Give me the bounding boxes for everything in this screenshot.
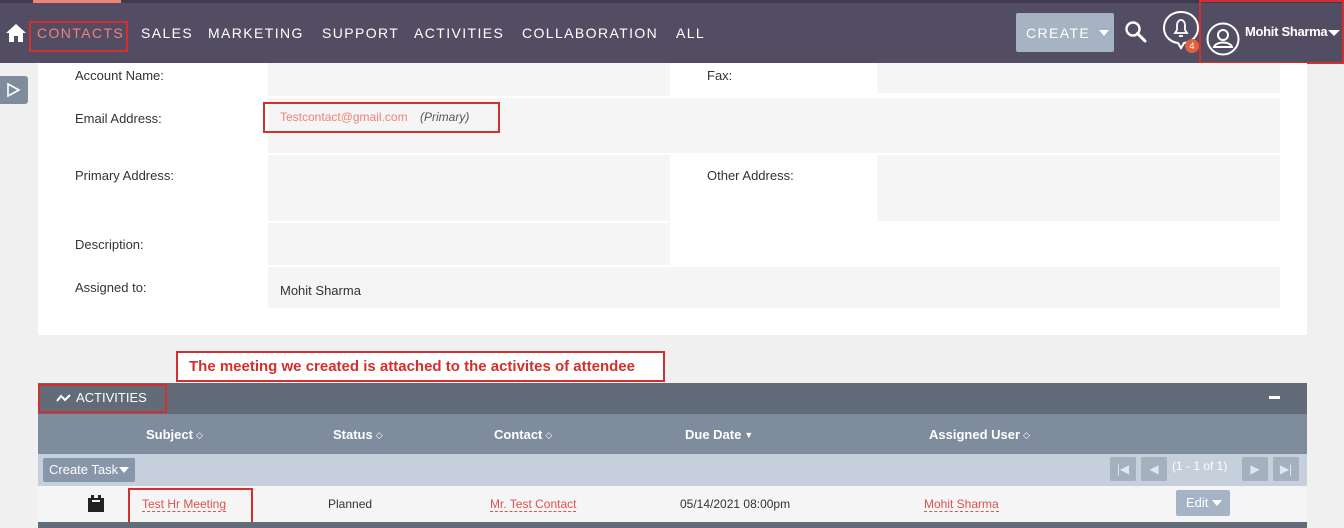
assigned-to-box — [268, 267, 1280, 308]
column-label: Due Date — [685, 427, 742, 442]
sort-icon[interactable]: ◇ — [545, 430, 552, 441]
assigned-to-label: Assigned to: — [75, 280, 147, 295]
account-name-value — [268, 63, 670, 96]
assigned-to-value: Mohit Sharma — [280, 283, 361, 298]
panel-footer — [38, 522, 1307, 528]
activities-column-header-row — [38, 414, 1307, 454]
other-address-label: Other Address: — [707, 168, 794, 183]
column-label: Subject — [146, 427, 193, 442]
chevron-down-icon — [1212, 500, 1223, 506]
cell-contact[interactable]: Mr. Test Contact — [490, 497, 577, 512]
active-tab-indicator — [33, 0, 121, 3]
nav-collaboration[interactable]: COLLABORATION — [522, 25, 658, 41]
highlight-meeting-subject — [128, 488, 253, 525]
highlight-user-menu — [1199, 0, 1344, 64]
create-task-label: Create Task — [49, 462, 119, 477]
contact-link[interactable]: Mr. Test Contact — [490, 497, 577, 512]
pager-next-icon[interactable]: ▶ — [1242, 457, 1268, 481]
create-label: CREATE — [1026, 24, 1091, 41]
activities-panel-header[interactable] — [38, 383, 1307, 414]
column-header-subject[interactable]: Subject ◇ — [146, 427, 203, 442]
sort-icon[interactable]: ◇ — [196, 430, 203, 441]
nav-marketing[interactable]: MARKETING — [208, 25, 304, 41]
highlight-email — [263, 102, 500, 133]
create-button[interactable]: CREATE — [1016, 13, 1114, 52]
highlight-contacts-tab — [29, 21, 128, 52]
sort-icon[interactable]: ▼ — [744, 430, 753, 440]
column-header-contact[interactable]: Contact ◇ — [494, 427, 552, 442]
annotation-callout: The meeting we created is attached to th… — [176, 351, 665, 382]
column-label: Status — [333, 427, 373, 442]
column-header-assigned-user[interactable]: Assigned User ◇ — [929, 427, 1030, 442]
description-value — [268, 223, 670, 265]
sidebar-toggle[interactable] — [0, 76, 28, 104]
pager-first-icon[interactable]: |◀ — [1110, 457, 1136, 481]
email-label: Email Address: — [75, 111, 162, 126]
other-address-value — [877, 155, 1280, 221]
sort-icon[interactable]: ◇ — [376, 430, 383, 441]
column-header-status[interactable]: Status ◇ — [333, 427, 383, 442]
create-task-button[interactable]: Create Task — [43, 458, 135, 482]
edit-label: Edit — [1186, 495, 1209, 510]
sort-icon[interactable]: ◇ — [1023, 430, 1030, 441]
column-label: Assigned User — [929, 427, 1021, 442]
chevron-down-icon — [119, 467, 130, 473]
assigned-user-link[interactable]: Mohit Sharma — [924, 497, 999, 512]
fax-value — [877, 63, 1280, 93]
cell-due-date: 05/14/2021 08:00pm — [680, 497, 791, 511]
meeting-icon — [88, 495, 104, 512]
pager-last-icon[interactable]: ▶| — [1273, 457, 1299, 481]
highlight-activities-title — [38, 384, 167, 413]
nav-sales[interactable]: SALES — [141, 25, 193, 41]
primary-address-value — [268, 155, 670, 221]
nav-all[interactable]: ALL — [676, 25, 705, 41]
row-edit-button[interactable]: Edit — [1176, 490, 1230, 516]
collapse-icon[interactable] — [1269, 396, 1280, 399]
description-label: Description: — [75, 237, 144, 252]
column-header-due-date[interactable]: Due Date ▼ — [685, 427, 753, 442]
primary-address-label: Primary Address: — [75, 168, 174, 183]
nav-activities[interactable]: ACTIVITIES — [414, 25, 504, 41]
pagination-text: (1 - 1 of 1) — [1172, 459, 1228, 473]
cell-status: Planned — [328, 497, 373, 511]
column-label: Contact — [494, 427, 543, 442]
nav-support[interactable]: SUPPORT — [322, 25, 399, 41]
account-name-label: Account Name: — [75, 68, 164, 83]
home-icon[interactable] — [5, 23, 27, 43]
chevron-down-icon — [1099, 29, 1110, 36]
pager-prev-icon[interactable]: ◀ — [1141, 457, 1167, 481]
search-icon[interactable] — [1124, 20, 1148, 44]
sidebar-toggle-icon — [7, 82, 21, 98]
fax-label: Fax: — [707, 68, 733, 83]
notification-badge: 4 — [1185, 39, 1199, 53]
cell-assigned-user[interactable]: Mohit Sharma — [924, 497, 999, 512]
